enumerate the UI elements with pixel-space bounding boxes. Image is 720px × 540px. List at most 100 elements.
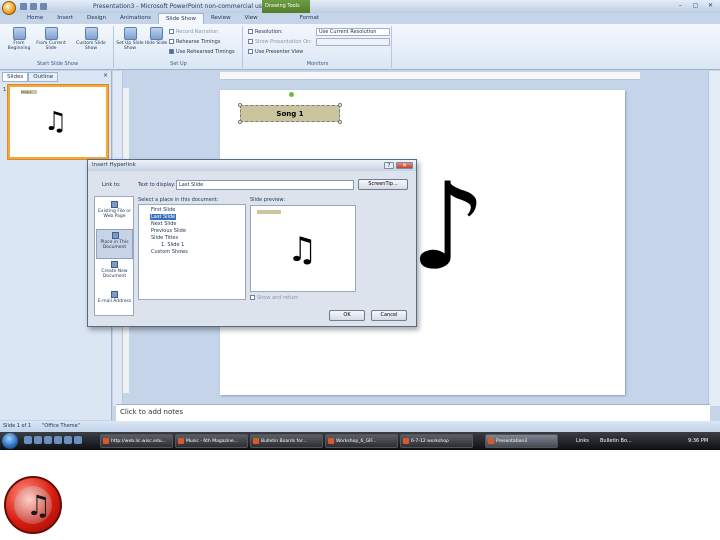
editor-scrollbar[interactable] — [708, 71, 720, 406]
tree-previous-slide[interactable]: Previous Slide — [151, 228, 186, 234]
help-button[interactable]: ? — [384, 162, 394, 169]
tree-next-slide[interactable]: Next Slide — [151, 221, 176, 227]
redo-icon[interactable] — [40, 3, 47, 10]
screentip-button[interactable]: ScreenTip... — [358, 179, 408, 190]
tree-last-slide[interactable]: Last Slide — [150, 214, 177, 220]
notes-pane[interactable]: Click to add notes — [116, 404, 710, 421]
use-rehearsed-timings-checkbox[interactable]: Use Rehearsed Timings — [169, 48, 235, 56]
rehearse-timings-label: Rehearse Timings — [176, 39, 221, 45]
tab-slides[interactable]: Slides — [2, 72, 29, 82]
tree-slide-titles[interactable]: Slide Titles — [151, 235, 178, 241]
text-to-display-input[interactable]: Last Slide — [176, 180, 354, 190]
save-icon[interactable] — [20, 3, 27, 10]
tab-view[interactable]: View — [238, 13, 265, 24]
slide-thumbnail[interactable]: Song 1 ♫ — [8, 85, 108, 159]
use-presenter-view-checkbox[interactable]: Use Presenter View — [248, 48, 303, 56]
link-existing-file[interactable]: Existing File or Web Page — [96, 199, 133, 229]
bulletin-toolbar[interactable]: Bulletin Bo... — [600, 438, 632, 444]
checkbox-icon — [248, 49, 253, 54]
clock[interactable]: 9:36 PM — [688, 438, 708, 444]
taskbar-item-active[interactable]: Presentation3 — [485, 434, 558, 448]
record-narration-label: Record Narration — [176, 29, 219, 35]
dialog-title: Insert Hyperlink — [88, 160, 416, 171]
taskbar-item[interactable]: http://web.lic.wisc.edu... — [100, 434, 173, 448]
link-create-new-document[interactable]: Create New Document — [96, 259, 133, 289]
taskbar-label: Bulletin Boards for... — [261, 439, 307, 444]
theme-status: "Office Theme" — [42, 423, 81, 429]
folder-icon[interactable] — [54, 436, 62, 444]
cancel-button[interactable]: Cancel — [371, 310, 407, 321]
tab-slide-show[interactable]: Slide Show — [157, 13, 204, 24]
links-toolbar[interactable]: Links — [576, 438, 589, 444]
hide-slide-button[interactable]: Hide Slide — [141, 27, 171, 46]
resolution-dropdown[interactable]: Use Current Resolution — [316, 28, 390, 36]
rehearse-timings-button[interactable]: Rehearse Timings — [169, 38, 220, 46]
setup-label: Set Up Slide Show — [116, 41, 144, 51]
resolution-label-text: Resolution: — [255, 29, 283, 35]
music-note-icon: ♪ — [410, 158, 487, 297]
tab-format[interactable]: Format — [293, 13, 326, 24]
from-beginning-button[interactable]: From Beginning — [4, 27, 34, 51]
tab-design[interactable]: Design — [80, 13, 113, 24]
music-note-icon: ♫ — [26, 489, 52, 522]
link-option-label: Existing File or Web Page — [98, 209, 131, 219]
tree-first-slide[interactable]: First Slide — [151, 207, 175, 213]
show-desktop-icon[interactable] — [24, 436, 32, 444]
office-button[interactable] — [2, 1, 16, 15]
browser-icon — [103, 438, 109, 444]
globe-icon — [111, 201, 118, 208]
tree-slide-1[interactable]: 1. Slide 1 — [161, 242, 184, 248]
status-bar: Slide 1 of 1 "Office Theme" — [0, 421, 720, 431]
start-button[interactable] — [2, 433, 18, 449]
show-on-dropdown[interactable] — [316, 38, 390, 46]
ppt-icon[interactable] — [64, 436, 72, 444]
show-and-return-checkbox[interactable]: Show and return — [250, 295, 298, 301]
maximize-button[interactable]: ▢ — [689, 2, 702, 10]
word-icon[interactable] — [74, 436, 82, 444]
from-current-slide-button[interactable]: From Current Slide — [36, 27, 66, 51]
link-place-in-document[interactable]: Place in This Document — [96, 229, 133, 259]
microphone-icon — [169, 29, 174, 34]
slideshow-icon — [12, 27, 26, 40]
ok-button[interactable]: OK — [329, 310, 365, 321]
taskbar-item[interactable]: Workshop_6_GIF... — [325, 434, 398, 448]
from-current-label: From Current Slide — [36, 41, 66, 51]
close-button[interactable]: ✕ — [704, 2, 717, 10]
minimize-button[interactable]: – — [674, 2, 687, 10]
song-1-action-button[interactable]: Song 1 — [240, 105, 340, 122]
taskbar-item[interactable]: Bulletin Boards for... — [250, 434, 323, 448]
undo-icon[interactable] — [30, 3, 37, 10]
resize-handle-bl[interactable] — [238, 120, 242, 124]
tree-custom-shows[interactable]: Custom Shows — [151, 249, 188, 255]
slide-preview-label: Slide preview: — [250, 197, 285, 203]
tab-home[interactable]: Home — [20, 13, 50, 24]
tab-animations[interactable]: Animations — [113, 13, 158, 24]
tab-insert[interactable]: Insert — [50, 13, 80, 24]
record-narration-button[interactable]: Record Narration — [169, 28, 218, 36]
taskbar-item[interactable]: Music - 6th Magazine... — [175, 434, 248, 448]
resize-handle-tl[interactable] — [238, 103, 242, 107]
logo-disc: ♫ — [14, 486, 52, 524]
slide-preview: ♫ — [250, 205, 356, 292]
custom-slide-show-button[interactable]: Custom Slide Show — [76, 27, 106, 51]
custom-show-label: Custom Slide Show — [76, 41, 106, 51]
dialog-close-button[interactable]: ✕ — [396, 162, 413, 169]
resize-handle-br[interactable] — [338, 120, 342, 124]
rotation-handle[interactable] — [289, 92, 294, 97]
ie-icon[interactable] — [34, 436, 42, 444]
show-presentation-on-label: Show Presentation On: — [248, 38, 312, 46]
hide-slide-icon — [149, 27, 163, 40]
resize-handle-tr[interactable] — [338, 103, 342, 107]
stopwatch-icon — [169, 39, 174, 44]
close-pane-icon[interactable]: × — [103, 72, 108, 79]
media-icon[interactable] — [44, 436, 52, 444]
folder-icon — [403, 438, 409, 444]
presenter-view-label: Use Presenter View — [255, 49, 304, 55]
use-rehearsed-label: Use Rehearsed Timings — [176, 49, 235, 55]
taskbar-item[interactable]: 6-7-12 workshop — [400, 434, 473, 448]
link-email-address[interactable]: E-mail Address — [96, 289, 133, 319]
monitors-group-label: Monitors — [306, 61, 329, 67]
tab-review[interactable]: Review — [204, 13, 238, 24]
tab-outline[interactable]: Outline — [28, 72, 59, 82]
powerpoint-window: Presentation3 - Microsoft PowerPoint non… — [0, 0, 720, 450]
